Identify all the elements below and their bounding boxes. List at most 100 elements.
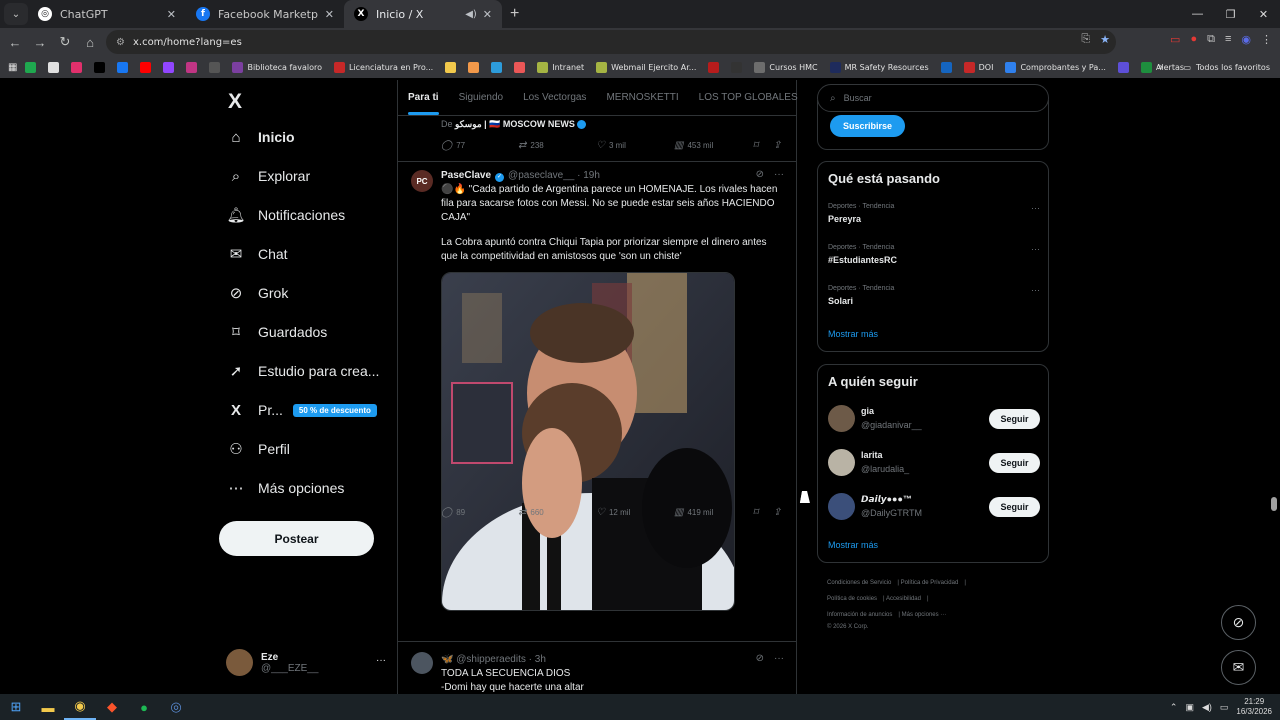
bookmark-star-icon[interactable]: ★ [1100, 33, 1110, 46]
like-button[interactable]: ♡ 3 mil [596, 140, 626, 151]
bookmark-item[interactable] [71, 61, 86, 73]
battery-icon[interactable]: ▭ [1220, 702, 1229, 713]
trend-item[interactable]: Deportes · Tendencia #EstudiantesRC ··· [828, 244, 1040, 265]
tweet-time[interactable]: · 3h [529, 654, 546, 665]
like-button[interactable]: ♡ 12 mil [596, 507, 630, 518]
browser-tab-facebook[interactable]: f Facebook Marketplace | Facebo ✕ [186, 0, 344, 28]
all-bookmarks-link[interactable]: Todos los favoritos [1196, 63, 1270, 72]
bookmark-button[interactable]: ⌑ [753, 507, 762, 518]
close-tab-icon[interactable]: ✕ [325, 8, 334, 21]
source-name[interactable]: موسكو | 🇷🇺 MOSCOW NEWS [455, 119, 575, 129]
bookmark-item[interactable] [1117, 61, 1133, 73]
footer-link[interactable]: Política de cookies [827, 596, 877, 602]
author-handle[interactable]: @paseclave__ [508, 170, 574, 181]
bookmark-item[interactable]: Cursos HMC [754, 61, 818, 73]
minimize-icon[interactable]: — [1181, 0, 1214, 28]
views-button[interactable]: ▥ 453 mil [674, 140, 713, 151]
forward-icon[interactable]: → [28, 30, 52, 54]
tray-chevron-icon[interactable]: ⌃ [1170, 702, 1178, 713]
back-icon[interactable]: ← [3, 30, 27, 54]
nav-item-m-s-opciones[interactable]: ⋯ Más opciones [226, 478, 345, 498]
bookmark-item[interactable]: Comprobantes y Pa... [1005, 61, 1106, 73]
bookmark-item[interactable] [708, 61, 723, 73]
spotify-icon[interactable]: ● [128, 694, 160, 720]
reply-button[interactable]: ◯ 89 [441, 507, 465, 518]
bookmark-item[interactable]: DOI [963, 61, 993, 73]
repost-button[interactable]: ⇄ 238 [518, 140, 544, 151]
nav-item-inicio[interactable]: ⌂ Inicio [226, 127, 294, 147]
share-button[interactable]: ⇪ [773, 507, 785, 518]
extensions-icon[interactable]: ⧉ [1207, 33, 1215, 46]
bookmark-item[interactable] [468, 61, 483, 73]
bookmark-item[interactable] [25, 61, 40, 73]
more-icon[interactable]: ··· [1031, 244, 1040, 254]
tab-para-ti[interactable]: Para ti [398, 92, 449, 115]
tab-los-top-globales[interactable]: LOS TOP GLOBALES [689, 92, 808, 103]
restore-icon[interactable]: ❐ [1214, 0, 1247, 28]
nav-item-notificaciones[interactable]: 🔔︎ Notificaciones [226, 205, 345, 225]
install-app-icon[interactable]: ⎘ [1081, 33, 1090, 46]
close-tab-icon[interactable]: ✕ [167, 8, 176, 21]
brave-icon[interactable]: ◆ [96, 694, 128, 720]
tab-search-button[interactable]: ⌄ [4, 3, 28, 25]
profile-icon[interactable]: ◉ [1241, 33, 1251, 46]
volume-icon[interactable]: ◀) [1202, 702, 1212, 713]
extension-record-icon[interactable]: ● [1190, 33, 1197, 46]
more-icon[interactable]: ··· [774, 653, 784, 664]
repost-button[interactable]: ⇄ 660 [518, 507, 544, 518]
bookmark-item[interactable]: Licenciatura en Pro... [333, 61, 433, 73]
extension-red-icon[interactable]: ▭ [1170, 33, 1180, 46]
show-more-trends-link[interactable]: Mostrar más [828, 329, 878, 339]
bookmark-item[interactable] [48, 61, 63, 73]
more-icon[interactable]: ··· [376, 655, 386, 666]
address-bar[interactable]: ⚙ x.com/home?lang=es [106, 30, 1116, 54]
nav-item-guardados[interactable]: ⌑ Guardados [226, 322, 327, 342]
windows-start-icon[interactable]: ⊞ [0, 694, 32, 720]
previous-tweet[interactable]: De موسكو | 🇷🇺 MOSCOW NEWS ◯ 77 ⇄ 238 ♡ 3 mi… [398, 116, 796, 162]
author-handle[interactable]: 🦋 @shipperaedits [441, 654, 526, 665]
steam-icon[interactable]: ◎ [160, 694, 192, 720]
follow-suggestion[interactable]: larita @larudalia_ Seguir [828, 449, 1040, 479]
bookmark-item[interactable] [140, 61, 155, 73]
post-button[interactable]: Postear [219, 521, 374, 556]
avatar[interactable] [828, 493, 855, 520]
nav-item-estudio-para-crea[interactable]: ➚ Estudio para crea... [226, 361, 380, 381]
x-logo[interactable]: X [228, 90, 242, 114]
reply-button[interactable]: ◯ 77 [441, 140, 465, 151]
more-icon[interactable]: ··· [774, 169, 784, 180]
trend-item[interactable]: Deportes · Tendencia Pereyra ··· [828, 203, 1040, 224]
footer-link[interactable]: Más opciones ··· [902, 612, 947, 618]
search-input[interactable]: ⌕ Buscar [817, 84, 1049, 112]
page-scrollbar[interactable] [1271, 497, 1277, 511]
nav-item-grok[interactable]: ⊘ Grok [226, 283, 289, 303]
nav-item-pr[interactable]: X Pr... 50 % de descuento [226, 400, 377, 420]
bookmark-item[interactable]: Biblioteca favaloro [232, 61, 322, 73]
nav-item-explorar[interactable]: ⌕ Explorar [226, 166, 310, 186]
bookmark-item[interactable]: Webmail Ejercito Ar... [596, 61, 696, 73]
share-button[interactable]: ⇪ [773, 140, 785, 151]
views-button[interactable]: ▥ 419 mil [674, 507, 713, 518]
bookmark-item[interactable] [94, 61, 109, 73]
grok-fab-icon[interactable]: ⊘ [1221, 605, 1256, 640]
tweet-video[interactable] [441, 272, 735, 611]
bookmark-item[interactable]: Intranet [537, 61, 584, 73]
tab-mernosketti[interactable]: MERNOSKETTI [596, 92, 688, 103]
follow-suggestion[interactable]: gia @giadanivar__ Seguir [828, 405, 1040, 435]
audio-playing-icon[interactable]: ◀) [465, 9, 477, 20]
bookmarks-chevron-icon[interactable]: » [1157, 62, 1163, 73]
bookmark-item[interactable] [514, 61, 529, 73]
bookmark-item[interactable] [731, 61, 746, 73]
footer-link[interactable]: Accesibilidad [886, 596, 921, 602]
subscribe-button[interactable]: Suscribirse [830, 115, 905, 137]
follow-button[interactable]: Seguir [989, 497, 1040, 517]
footer-link[interactable]: Política de Privacidad [901, 580, 959, 586]
follow-button[interactable]: Seguir [989, 453, 1040, 473]
close-tab-icon[interactable]: ✕ [483, 8, 492, 21]
file-explorer-icon[interactable]: ▬ [32, 694, 64, 720]
reload-icon[interactable]: ↻ [53, 30, 77, 54]
site-info-icon[interactable]: ⚙ [116, 37, 125, 48]
bookmark-item[interactable]: MR Safety Resources [829, 61, 929, 73]
account-switcher[interactable]: Eze @___EZE__ ··· [226, 649, 386, 676]
avatar[interactable] [828, 405, 855, 432]
browser-menu-icon[interactable]: ⋮ [1261, 33, 1272, 46]
